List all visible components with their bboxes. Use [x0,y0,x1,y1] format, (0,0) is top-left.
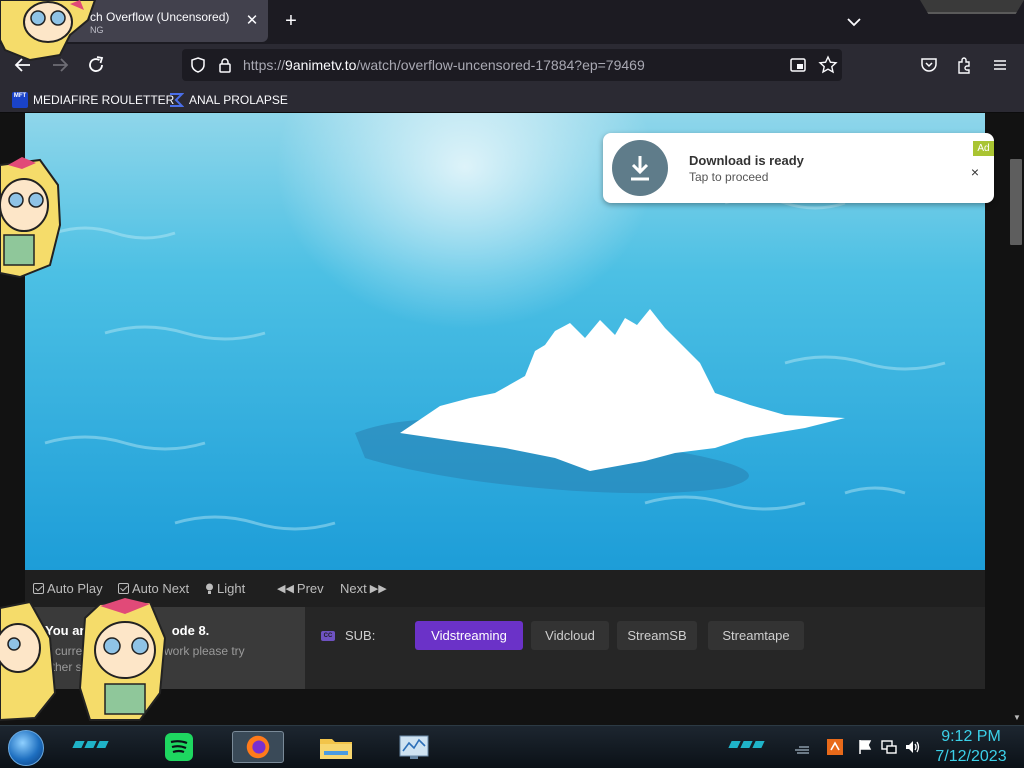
tab-close-icon[interactable]: ✕ [243,12,261,30]
scroll-down-arrow-icon[interactable]: ▼ [1013,713,1021,722]
window-frame-decoration [920,0,1024,14]
rewind-icon: ◀◀ [277,583,294,595]
url-scheme: https:// [243,57,286,73]
lightbulb-icon [206,583,213,594]
download-icon [612,140,668,196]
hamburger-menu-icon[interactable] [990,55,1010,75]
scrollbar-thumb[interactable] [1010,159,1022,245]
auto-play-label: Auto Play [47,581,103,596]
checkbox-icon [33,583,44,594]
server-vidcloud-button[interactable]: Vidcloud [531,621,609,650]
checkbox-icon [118,583,129,594]
pocket-icon[interactable] [919,55,939,75]
bookmark-star-icon[interactable] [818,55,838,75]
url-path: /watch/overflow-uncensored-17884?ep=7946… [356,57,645,73]
tab-title: ch Overflow (Uncensored) [90,10,230,24]
shield-icon[interactable] [189,56,207,74]
auto-play-toggle[interactable]: Auto Play [33,581,103,596]
url-text[interactable]: https://9animetv.to/watch/overflow-uncen… [243,57,645,73]
auto-next-toggle[interactable]: Auto Next [118,581,189,596]
taskbar-decoration-left [72,741,109,748]
lock-icon[interactable] [216,56,234,74]
list-all-tabs-chevron-icon[interactable] [844,12,864,32]
server-vidstreaming-button[interactable]: Vidstreaming [415,621,523,650]
fast-forward-icon: ▶▶ [369,583,387,595]
extensions-puzzle-icon[interactable] [955,55,975,75]
action-center-flag-icon[interactable] [856,738,874,756]
bookmark-mediafire-rouletter[interactable]: MFT MEDIAFIRE ROULETTER [12,90,174,110]
sub-label: CC SUB: [321,628,375,643]
tray-decoration-icon [795,746,809,754]
clock-date: 7/12/2023 [935,748,1007,765]
ad-subtitle: Tap to proceed [689,170,769,184]
address-bar[interactable]: https://9animetv.to/watch/overflow-uncen… [182,49,842,81]
screen: ch Overflow (Uncensored) NG ✕ + https://… [0,0,1024,768]
tray-app-icon[interactable] [826,738,844,756]
spotify-taskbar-icon[interactable] [153,731,205,763]
auto-next-label: Auto Next [132,581,190,596]
prev-label: Prev [296,581,324,596]
bookmark-label: ANAL PROLAPSE [189,93,288,107]
server-streamsb-button[interactable]: StreamSB [617,621,697,650]
character-stickers-bottom [0,598,167,722]
download-ad-popup[interactable]: Download is ready Tap to proceed Ad × [603,133,994,203]
sigma-icon [170,93,184,107]
clock-time: 9:12 PM [941,728,1001,745]
start-orb-button[interactable] [8,730,44,766]
volume-icon[interactable] [904,738,922,756]
system-clock[interactable]: 9:12 PM 7/12/2023 [930,727,1012,767]
light-toggle[interactable]: Light [205,581,245,596]
navigation-toolbar: https://9animetv.to/watch/overflow-uncen… [0,44,1024,86]
firefox-taskbar-icon[interactable] [232,731,284,763]
mft-icon: MFT [12,92,28,108]
file-explorer-taskbar-icon[interactable] [310,731,362,763]
next-label: Next [340,581,367,596]
bookmark-label: MEDIAFIRE ROULETTER [33,93,175,107]
ad-badge: Ad [973,141,994,156]
new-tab-plus-icon[interactable]: + [280,10,302,32]
next-episode-button[interactable]: Next ▶▶ [340,581,387,596]
tab-bar: ch Overflow (Uncensored) NG ✕ + [0,0,1024,44]
cc-icon: CC [321,630,335,641]
url-host: 9animetv.to [285,57,357,73]
ad-close-icon[interactable]: × [967,164,983,180]
prev-episode-button[interactable]: ◀◀ Prev [277,581,324,596]
bookmark-anal-prolapse[interactable]: ANAL PROLAPSE [168,90,288,110]
bookmarks-toolbar: MFT MEDIAFIRE ROULETTER ANAL PROLAPSE [0,86,1024,113]
taskbar-decoration-right [728,741,765,748]
light-label: Light [217,581,246,596]
ad-title: Download is ready [689,153,804,168]
picture-in-picture-icon[interactable] [789,56,807,74]
system-monitor-taskbar-icon[interactable] [388,731,440,763]
taskbar: 9:12 PM 7/12/2023 [0,725,1024,768]
character-sticker-left [0,157,62,279]
network-icon[interactable] [880,738,898,756]
server-streamtape-button[interactable]: Streamtape [708,621,804,650]
character-sticker-top [0,0,97,62]
